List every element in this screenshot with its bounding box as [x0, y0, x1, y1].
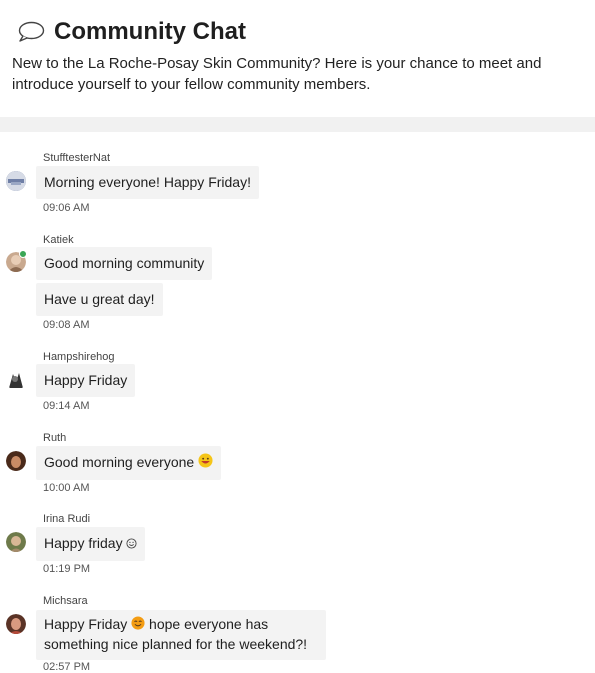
message-text: Happy friday — [44, 535, 123, 551]
grinning-face-emoji — [198, 447, 213, 480]
message-text: Happy Friday — [44, 616, 128, 632]
username[interactable]: Ruth — [43, 432, 66, 444]
username[interactable]: Irina Rudi — [43, 513, 90, 525]
message-time: 09:06 AM — [43, 202, 90, 214]
title-row: Community Chat — [17, 17, 246, 47]
page-description: New to the La Roche-Posay Skin Community… — [12, 55, 542, 93]
message-bubble: Have u great day! — [36, 283, 163, 316]
smiley-emoji — [126, 528, 138, 561]
speech-bubble-icon — [17, 21, 45, 43]
online-status-icon — [19, 250, 27, 258]
section-divider — [0, 117, 595, 132]
message-bubble: Good morning community — [36, 247, 213, 280]
username[interactable]: Katiek — [43, 234, 74, 246]
message-bubble: Happy friday — [36, 527, 146, 561]
username[interactable]: StufftesterNat — [43, 152, 110, 164]
user-avatar-icon[interactable] — [6, 614, 26, 634]
username[interactable]: Michsara — [43, 595, 88, 607]
message-bubble: Good morning everyone — [36, 446, 222, 480]
user-avatar-icon[interactable] — [6, 451, 26, 471]
message-bubble: Morning everyone! Happy Friday! — [36, 166, 259, 199]
message-time: 01:19 PM — [43, 563, 91, 575]
user-avatar-icon[interactable] — [6, 370, 26, 390]
user-avatar-icon[interactable] — [6, 171, 26, 191]
message-time: 10:00 AM — [43, 482, 90, 494]
message-bubble: Happy Friday — [36, 364, 136, 397]
smiling-face-emoji — [131, 616, 145, 635]
page-title: Community Chat — [54, 18, 246, 45]
message-time: 09:08 AM — [43, 319, 90, 331]
username[interactable]: Hampshirehog — [43, 351, 115, 363]
user-avatar-icon[interactable] — [6, 532, 26, 552]
message-text: Good morning everyone — [44, 454, 195, 470]
message-time: 09:14 AM — [43, 400, 90, 412]
message-time: 02:57 PM — [43, 661, 91, 673]
message-bubble: Happy Friday hope everyone has something… — [36, 610, 326, 660]
